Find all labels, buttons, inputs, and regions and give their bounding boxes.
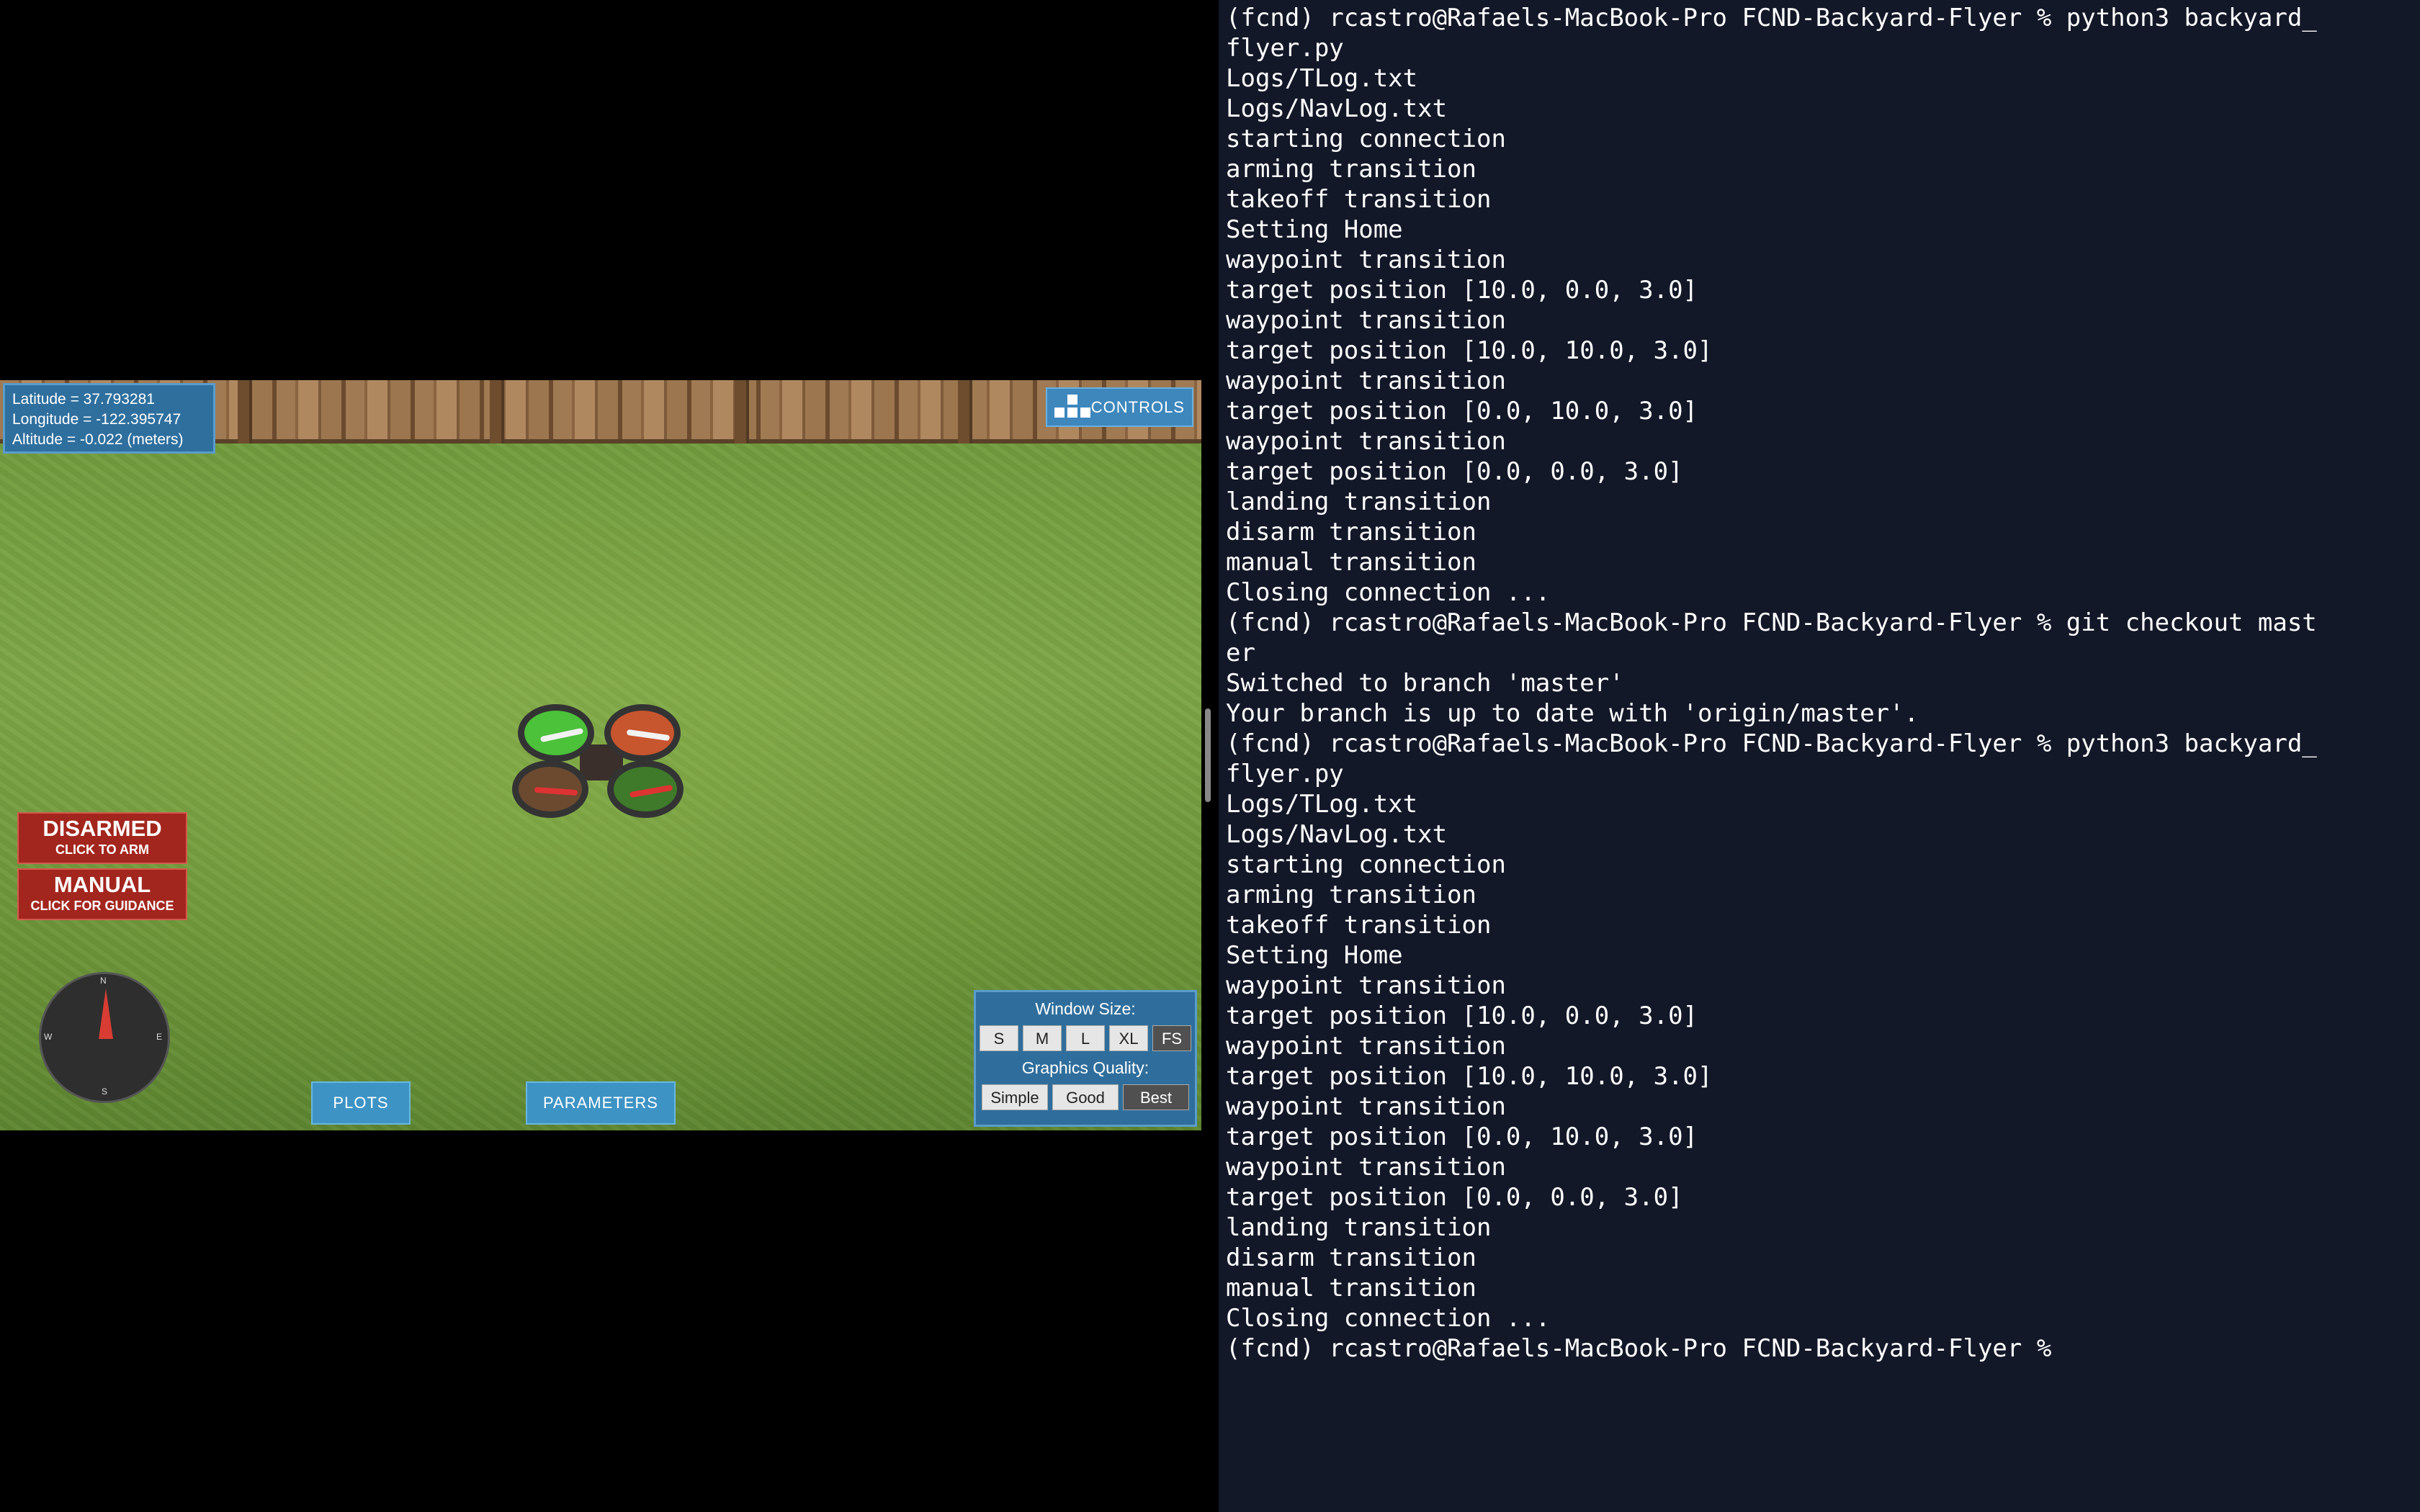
terminal-line: Closing connection ... [1226,1304,1551,1333]
terminal-line: target position [0.0, 0.0, 3.0] [1226,457,1683,486]
terminal-line: starting connection [1226,125,1506,153]
terminal-line: (fcnd) rcastro@Rafaels-MacBook-Pro FCND-… [1226,729,2317,758]
terminal-line: waypoint transition [1226,1153,1506,1182]
terminal-line: target position [10.0, 10.0, 3.0] [1226,1062,1713,1091]
split-pane-handle[interactable] [1205,708,1211,802]
rotor-rear-right [607,760,684,818]
controls-grid-icon [1054,394,1090,420]
mode-hint: CLICK FOR GUIDANCE [30,899,174,913]
graphics-good[interactable]: Good [1052,1084,1119,1110]
terminal-line: Setting Home [1226,941,1403,970]
terminal-line: Setting Home [1226,215,1403,244]
fence-post [490,380,504,444]
terminal-line: flyer.py [1226,760,1344,788]
terminal-line: Your branch is up to date with 'origin/m… [1226,699,1919,728]
terminal-line: Logs/NavLog.txt [1226,94,1448,123]
plots-button[interactable]: PLOTS [311,1081,411,1125]
arm-button[interactable]: DISARMED CLICK TO ARM [17,812,187,864]
terminal-line: takeoff transition [1226,911,1492,940]
controls-button-label: CONTROLS [1090,397,1185,416]
rotor-front-left [518,704,594,762]
fence-post [238,380,252,444]
rotor-front-right [604,704,681,762]
terminal-line: manual transition [1226,548,1476,577]
graphics-quality-options: Simple Good Best [976,1084,1195,1110]
position-readout: Latitude = 37.793281 Longitude = -122.39… [3,383,215,454]
graphics-simple[interactable]: Simple [982,1084,1048,1110]
terminal-line: takeoff transition [1226,185,1492,214]
compass-needle-icon [99,989,113,1039]
terminal-line: waypoint transition [1226,1032,1506,1061]
terminal-line: waypoint transition [1226,1092,1506,1121]
rotor-rear-left [512,760,588,818]
window-size-label: Window Size: [1035,999,1136,1018]
window-size-fs[interactable]: FS [1152,1025,1191,1051]
parameters-button[interactable]: PARAMETERS [526,1081,676,1125]
terminal-line: target position [10.0, 10.0, 3.0] [1226,336,1713,365]
compass: N S E W [39,972,170,1103]
graphics-quality-label: Graphics Quality: [1021,1058,1150,1077]
terminal-line: disarm transition [1226,1243,1476,1272]
arm-status: DISARMED [42,816,162,841]
terminal-line: target position [10.0, 0.0, 3.0] [1226,276,1698,305]
terminal-line: (fcnd) rcastro@Rafaels-MacBook-Pro FCND-… [1226,608,2317,637]
terminal-output: (fcnd) rcastro@Rafaels-MacBook-Pro FCND-… [1219,0,2420,1364]
terminal-line: waypoint transition [1226,306,1506,335]
terminal-line: Logs/TLog.txt [1226,790,1418,819]
terminal-line: Logs/TLog.txt [1226,64,1418,93]
terminal-line: waypoint transition [1226,427,1506,456]
terminal-line: waypoint transition [1226,971,1506,1000]
terminal-line: Switched to branch 'master' [1226,669,1624,698]
terminal-line: waypoint transition [1226,366,1506,395]
longitude-readout: Longitude = -122.395747 [12,411,182,428]
window-size-l[interactable]: L [1066,1025,1105,1051]
compass-east: E [156,1032,163,1042]
altitude-readout: Altitude = -0.022 (meters) [12,431,184,448]
window-size-xl[interactable]: XL [1109,1025,1148,1051]
terminal-line: disarm transition [1226,518,1476,546]
compass-west: W [44,1032,53,1042]
terminal-line: target position [10.0, 0.0, 3.0] [1226,1002,1698,1030]
terminal-line: flyer.py [1226,34,1344,63]
arm-hint: CLICK TO ARM [55,842,149,857]
terminal-line: landing transition [1226,487,1492,516]
window-size-m[interactable]: M [1023,1025,1062,1051]
window-size-options: S M L XL FS [976,1025,1195,1051]
terminal-window[interactable]: (fcnd) rcastro@Rafaels-MacBook-Pro FCND-… [1219,0,2420,1512]
terminal-line: landing transition [1226,1213,1492,1242]
terminal-line: arming transition [1226,155,1476,184]
terminal-line: target position [0.0, 10.0, 3.0] [1226,1122,1698,1151]
terminal-line: arming transition [1226,881,1476,909]
terminal-line: (fcnd) rcastro@Rafaels-MacBook-Pro FCND-… [1226,4,2317,32]
window-size-s[interactable]: S [980,1025,1018,1051]
terminal-line: Logs/NavLog.txt [1226,820,1448,849]
terminal-line: manual transition [1226,1274,1476,1302]
compass-north: N [100,976,107,986]
terminal-line: (fcnd) rcastro@Rafaels-MacBook-Pro FCND-… [1226,1334,2052,1363]
mode-status: MANUAL [53,872,151,897]
simulator-viewport[interactable]: Latitude = 37.793281 Longitude = -122.39… [0,380,1201,1130]
display-settings-panel: Window Size: S M L XL FS Graphics Qualit… [974,990,1197,1127]
fence-post [958,380,972,444]
controls-button[interactable]: CONTROLS [1046,387,1193,427]
fence-post [735,380,749,444]
terminal-line: Closing connection ... [1226,578,1551,607]
compass-south: S [102,1086,108,1097]
terminal-line: target position [0.0, 0.0, 3.0] [1226,1183,1683,1212]
terminal-line: waypoint transition [1226,246,1506,274]
mode-button[interactable]: MANUAL CLICK FOR GUIDANCE [17,868,187,920]
latitude-readout: Latitude = 37.793281 [12,391,155,408]
terminal-line: starting connection [1226,850,1506,879]
quadcopter-drone [509,698,694,827]
graphics-best[interactable]: Best [1123,1084,1189,1110]
terminal-line: target position [0.0, 10.0, 3.0] [1226,397,1698,426]
terminal-line: er [1226,639,1255,667]
